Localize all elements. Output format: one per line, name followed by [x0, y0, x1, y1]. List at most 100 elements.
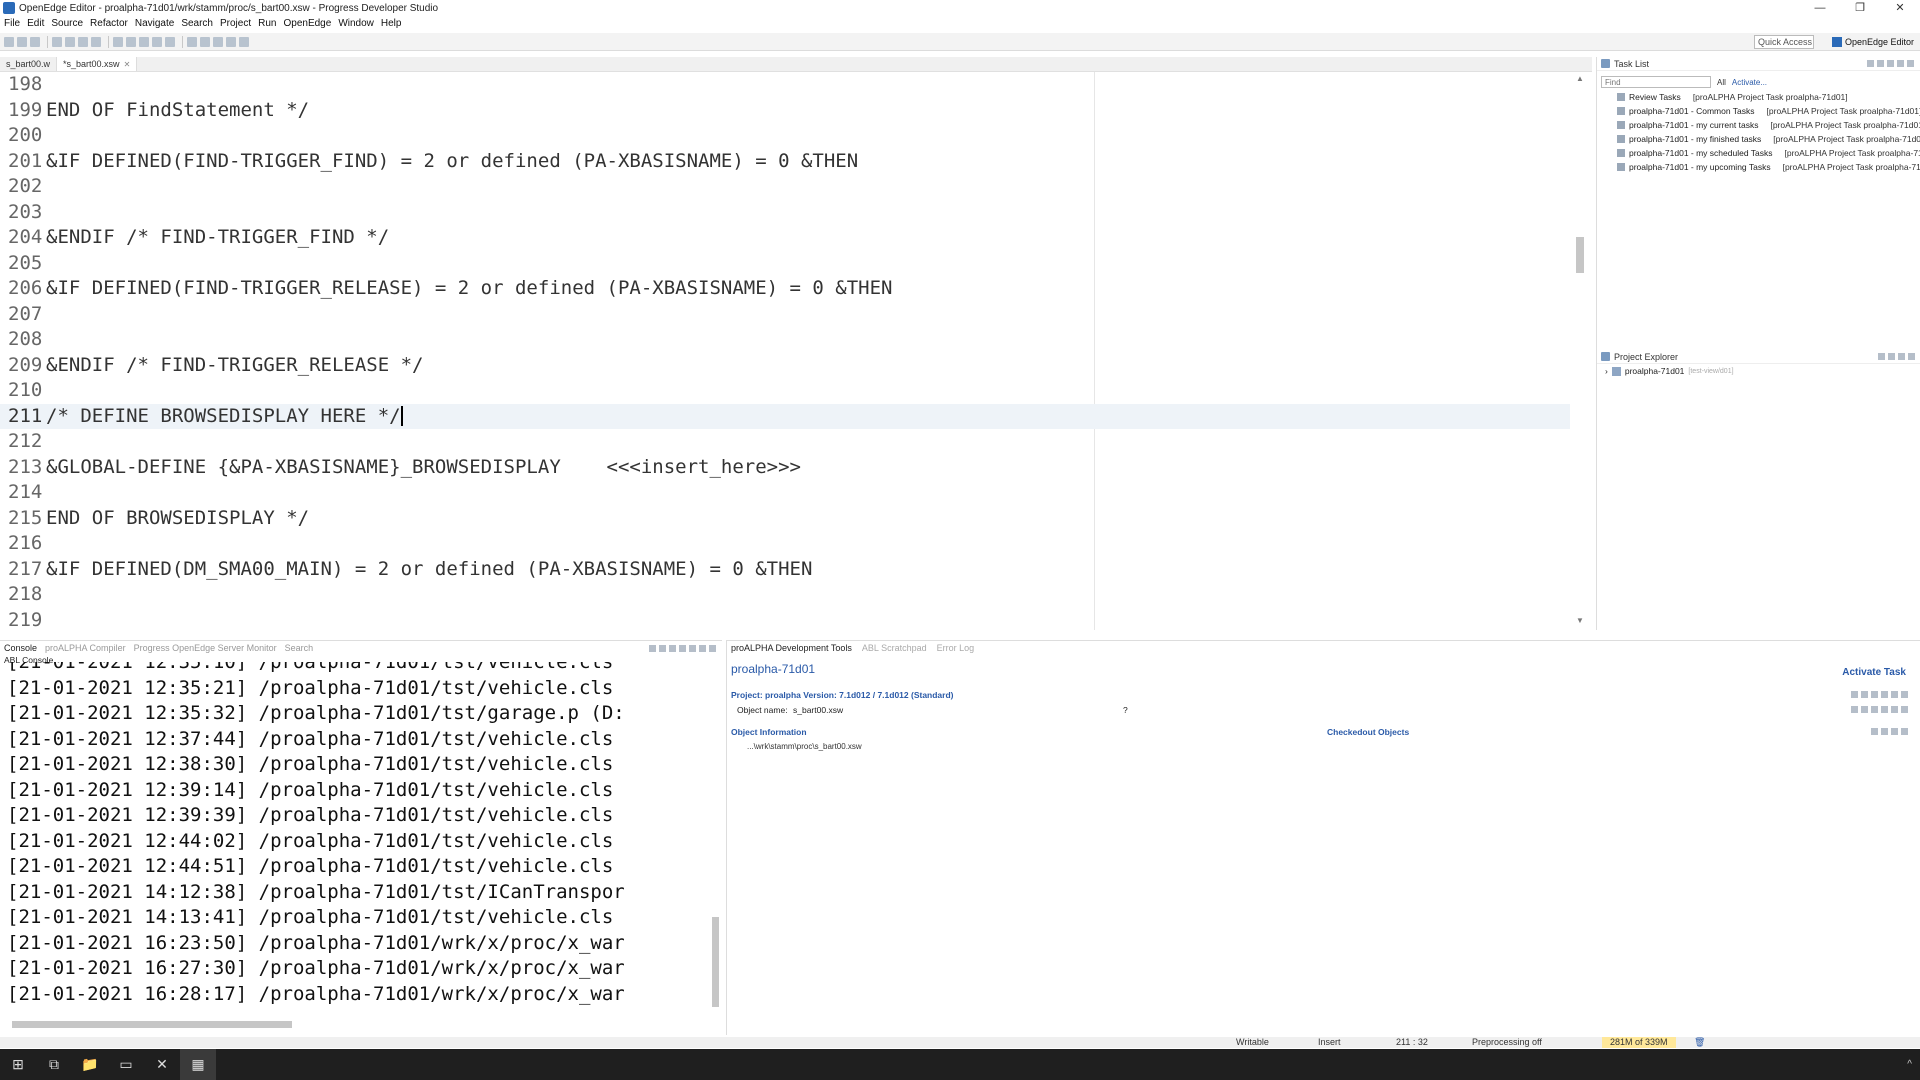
tab-s-bart00-xsw[interactable]: *s_bart00.xsw ✕ [57, 57, 138, 71]
scroll-down-icon[interactable]: ▼ [1576, 616, 1584, 625]
project-explorer-title[interactable]: Project Explorer [1614, 352, 1678, 362]
console-vertical-scrollbar[interactable] [710, 667, 720, 1007]
developer-studio-icon[interactable]: ▦ [180, 1049, 216, 1080]
menu-window[interactable]: Window [338, 17, 374, 31]
code-line[interactable]: 212 [8, 429, 1570, 455]
expand-all-icon[interactable] [1891, 728, 1898, 735]
settings-icon[interactable] [1901, 691, 1908, 698]
indent-icon[interactable] [165, 36, 175, 47]
code-line[interactable]: 199 END OF FindStatement */ [8, 98, 1570, 124]
previous-annotation-icon[interactable] [239, 36, 249, 47]
minimize-icon[interactable] [699, 644, 706, 652]
link-editor-icon[interactable] [1888, 353, 1895, 360]
code-line[interactable]: 209 &ENDIF /* FIND-TRIGGER_RELEASE */ [8, 353, 1570, 379]
task-filter-all[interactable]: All [1717, 78, 1726, 87]
comment-icon[interactable] [152, 36, 162, 47]
task-view-icon[interactable]: ⧉ [36, 1049, 72, 1080]
perspective-switcher[interactable]: OpenEdge Editor [1831, 35, 1914, 49]
start-icon[interactable]: ⊞ [0, 1049, 36, 1080]
code-line[interactable]: 206 &IF DEFINED(FIND-TRIGGER_RELEASE) = 2… [8, 276, 1570, 302]
scrollbar-thumb[interactable] [712, 917, 719, 1007]
task-list-title[interactable]: Task List [1614, 59, 1649, 69]
code-line[interactable]: 200 [8, 123, 1570, 149]
tab-abl-scratchpad[interactable]: ABL Scratchpad [862, 643, 927, 653]
status-memory[interactable]: 281M of 339M [1602, 1037, 1676, 1048]
scrollbar-thumb[interactable] [12, 1021, 292, 1028]
menu-refactor[interactable]: Refactor [90, 17, 128, 31]
refresh-icon[interactable] [1871, 728, 1878, 735]
print-icon[interactable] [30, 36, 40, 47]
link-icon[interactable] [1891, 706, 1898, 713]
checkin-icon[interactable] [1871, 691, 1878, 698]
filter-icon[interactable] [1877, 60, 1884, 67]
menu-run[interactable]: Run [258, 17, 276, 31]
tab-console[interactable]: Console [4, 643, 37, 653]
maximize-icon[interactable] [709, 644, 716, 652]
display-console-icon[interactable] [679, 644, 686, 652]
save-icon[interactable] [17, 36, 27, 47]
scroll-lock-icon[interactable] [659, 644, 666, 652]
compare-icon[interactable] [1881, 691, 1888, 698]
code-line[interactable]: 201 &IF DEFINED(FIND-TRIGGER_FIND) = 2 or… [8, 149, 1570, 175]
maximize-icon[interactable] [1908, 353, 1915, 360]
menu-project[interactable]: Project [220, 17, 251, 31]
search-icon[interactable] [113, 36, 123, 47]
clear-console-icon[interactable] [649, 644, 656, 652]
code-line[interactable]: 214 [8, 480, 1570, 506]
open-icon[interactable] [1851, 706, 1858, 713]
check-syntax-icon[interactable] [65, 36, 75, 47]
menu-help[interactable]: Help [381, 17, 402, 31]
checkout-icon[interactable] [1861, 691, 1868, 698]
console-output[interactable]: [21-01-2021 12:35:10] /proalpha-71d01/ts… [7, 662, 707, 1010]
task-list-item[interactable]: proalpha-71d01 - my upcoming Tasks [proAL… [1597, 160, 1920, 174]
expand-icon[interactable]: › [1605, 366, 1608, 376]
code-line[interactable]: 203 [8, 200, 1570, 226]
code-line[interactable]: 215 END OF BROWSEDISPLAY */ [8, 506, 1570, 532]
task-find-input[interactable] [1601, 76, 1711, 88]
task-activate-link[interactable]: Activate... [1732, 78, 1767, 87]
code-line[interactable]: 216 [8, 531, 1570, 557]
pin-console-icon[interactable] [669, 644, 676, 652]
code-line[interactable]: 205 [8, 251, 1570, 277]
new-icon[interactable] [4, 36, 14, 47]
menu-search[interactable]: Search [181, 17, 213, 31]
spreadsheet-icon[interactable]: ✕ [144, 1049, 180, 1080]
maximize-icon[interactable] [1907, 60, 1914, 67]
tray-chevron-icon[interactable]: ^ [1907, 1059, 1912, 1070]
history-icon[interactable] [1891, 691, 1898, 698]
last-edit-icon[interactable] [213, 36, 223, 47]
lock-icon[interactable] [1861, 706, 1868, 713]
project-section-header[interactable]: Project: proalpha Version: 7.1d012 / 7.1… [731, 690, 954, 700]
task-list-item[interactable]: proalpha-71d01 - my finished tasks [proAL… [1597, 132, 1920, 146]
close-button[interactable]: ✕ [1880, 0, 1920, 16]
task-list-item[interactable]: Review Tasks [proALPHA Project Task proal… [1597, 90, 1920, 104]
task-list-item[interactable]: proalpha-71d01 - my scheduled Tasks [proA… [1597, 146, 1920, 160]
code-line[interactable]: 210 [8, 378, 1570, 404]
collapse-icon[interactable] [1887, 60, 1894, 67]
tab-proalpha-compiler[interactable]: proALPHA Compiler [45, 643, 126, 653]
run-icon[interactable] [78, 36, 88, 47]
code-line[interactable]: 204 &ENDIF /* FIND-TRIGGER_FIND */ [8, 225, 1570, 251]
code-line[interactable]: 217 &IF DEFINED(DM_SMA00_MAIN) = 2 or def… [8, 557, 1570, 583]
code-line[interactable]: 208 [8, 327, 1570, 353]
debug-icon[interactable] [91, 36, 101, 47]
object-info-section-header[interactable]: Object Information [731, 727, 807, 737]
editor-vertical-scrollbar[interactable]: ▲ ▼ [1574, 72, 1586, 630]
menu-openedge[interactable]: OpenEdge [283, 17, 331, 31]
scroll-up-icon[interactable]: ▲ [1576, 74, 1584, 83]
console-horizontal-scrollbar[interactable] [8, 1019, 708, 1029]
copy-icon[interactable] [1871, 706, 1878, 713]
tab-s-bart00-w[interactable]: s_bart00.w [0, 57, 58, 71]
format-icon[interactable] [139, 36, 149, 47]
new-console-icon[interactable] [689, 644, 696, 652]
code-line[interactable]: 202 [8, 174, 1570, 200]
next-annotation-icon[interactable] [226, 36, 236, 47]
back-icon[interactable] [187, 36, 197, 47]
code-line[interactable]: 213 &GLOBAL-DEFINE {&PA-XBASISNAME}_BROWS… [8, 455, 1570, 481]
minimize-icon[interactable] [1897, 60, 1904, 67]
delete-icon[interactable] [1881, 706, 1888, 713]
compile-icon[interactable] [52, 36, 62, 47]
refresh-icon[interactable] [1851, 691, 1858, 698]
code-line[interactable]: 219 [8, 608, 1570, 631]
tab-search[interactable]: Search [285, 643, 314, 653]
